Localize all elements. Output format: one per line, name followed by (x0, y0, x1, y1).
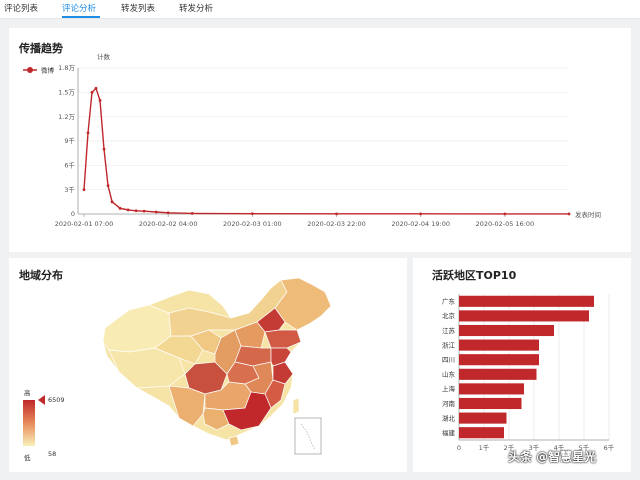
visual-map-max-value: 6509 (48, 396, 65, 404)
tab-repost-analysis[interactable]: 转发分析 (179, 2, 213, 14)
category-label: 湖北 (442, 413, 456, 422)
category-label: 福建 (442, 428, 456, 437)
data-point[interactable] (94, 86, 98, 90)
data-point[interactable] (82, 188, 86, 192)
visual-map-high-label: 高 (24, 388, 31, 397)
top10-card: 活跃地区TOP10 广东 北京 江苏 浙江 四川 山东 上海 河南 湖北 福建 0 1千 2千 3千 4千… (413, 258, 631, 472)
x-axis-label: 发表时间 (575, 210, 601, 219)
x-tick-label: 2020-02-03 22:00 (307, 220, 366, 228)
data-point[interactable] (86, 131, 90, 135)
x-tick-label: 1千 (479, 443, 490, 452)
category-label: 浙江 (442, 340, 456, 349)
x-tick-label: 2020-02-05 16:00 (476, 220, 535, 228)
data-point[interactable] (503, 212, 507, 216)
tab-bar: 评论列表 评论分析 转发列表 转发分析 (0, 0, 640, 19)
watermark: 头条 @智慧星光 (508, 450, 597, 464)
bar-1[interactable] (459, 310, 589, 322)
bar-8[interactable] (459, 412, 507, 424)
x-tick-label: 6千 (604, 443, 615, 452)
y-tick-label: 1.5万 (58, 89, 75, 97)
bar-0[interactable] (459, 295, 594, 307)
tab-comment-list[interactable]: 评论列表 (4, 2, 38, 14)
y-axis-label: 计数 (97, 52, 111, 61)
bar-2[interactable] (459, 324, 554, 337)
data-point[interactable] (154, 210, 158, 214)
category-label: 四川 (442, 356, 455, 364)
data-point[interactable] (90, 90, 94, 94)
data-point[interactable] (126, 208, 130, 212)
bar-9[interactable] (459, 427, 504, 439)
visual-map-handle-icon[interactable] (38, 395, 45, 405)
x-tick-label: 2020-02-03 01:00 (223, 220, 282, 228)
data-point[interactable] (190, 211, 194, 215)
data-point[interactable] (250, 212, 254, 216)
china-map: 高 6509 低 58 (23, 277, 332, 462)
data-point[interactable] (335, 212, 338, 216)
category-label: 山东 (442, 370, 456, 379)
trend-chart: 0 3千 6千 9千 1.2万 1.5万 1.8万 2020-02-01 07:00 2020… (23, 52, 601, 228)
category-label: 河南 (442, 399, 456, 408)
x-tick-label: 2020-02-02 04:00 (139, 220, 198, 228)
series-line-weibo (83, 87, 569, 215)
legend-marker-icon (27, 67, 33, 73)
x-tick-label: 0 (457, 444, 461, 452)
visual-map-low-label: 低 (24, 453, 31, 462)
top10-bar-chart: 广东北京江苏浙江四川山东上海河南湖北福建 0 1千 2千 3千 4千 5千 6千 (442, 294, 615, 452)
bar-6[interactable] (459, 383, 524, 395)
south-china-sea-inset (294, 417, 322, 455)
tab-comment-analysis[interactable]: 评论分析 (62, 2, 96, 14)
bar-3[interactable] (459, 339, 539, 351)
trend-card: 传播趋势 0 3千 6千 9千 1.2万 1.5万 1.8万 2020-02-01 07:0… (9, 28, 631, 252)
data-point[interactable] (419, 212, 423, 216)
category-label: 北京 (442, 311, 456, 320)
y-tick-label: 3千 (64, 185, 75, 194)
visual-map-min-value: 58 (48, 450, 56, 458)
category-label: 江苏 (442, 326, 456, 335)
trend-title: 传播趋势 (19, 42, 63, 55)
data-point[interactable] (102, 147, 106, 151)
x-tick-label: 2020-02-01 07:00 (55, 220, 114, 228)
y-tick-label: 1.8万 (58, 64, 75, 72)
geo-card: 地域分布 高 6509 低 58 (9, 258, 407, 472)
category-label: 广东 (442, 297, 456, 306)
data-point[interactable] (118, 206, 122, 210)
top10-title: 活跃地区TOP10 (432, 269, 517, 282)
data-point[interactable] (142, 209, 146, 213)
data-point[interactable] (134, 209, 138, 213)
y-tick-label: 9千 (64, 136, 75, 145)
map-region-hainan[interactable] (228, 435, 240, 447)
y-tick-label: 6千 (64, 161, 75, 170)
y-tick-label: 0 (71, 210, 75, 218)
tab-repost-list[interactable]: 转发列表 (121, 2, 155, 14)
legend-label: 微博 (41, 66, 55, 75)
bar-7[interactable] (459, 397, 522, 410)
legend-weibo[interactable]: 微博 (23, 66, 55, 75)
y-tick-label: 1.2万 (58, 113, 75, 121)
x-tick-label: 2020-02-04 19:00 (391, 220, 450, 228)
data-point[interactable] (166, 211, 170, 215)
geo-title: 地域分布 (19, 269, 63, 282)
data-point[interactable] (567, 212, 571, 216)
category-label: 上海 (442, 384, 456, 393)
data-point[interactable] (110, 200, 114, 204)
visual-map-bar[interactable] (23, 400, 35, 446)
data-point[interactable] (98, 99, 102, 102)
active-tab-indicator (62, 16, 100, 18)
bar-4[interactable] (459, 354, 539, 366)
data-point[interactable] (106, 184, 110, 188)
map-region-taiwan[interactable] (292, 397, 300, 415)
bar-5[interactable] (459, 368, 537, 380)
